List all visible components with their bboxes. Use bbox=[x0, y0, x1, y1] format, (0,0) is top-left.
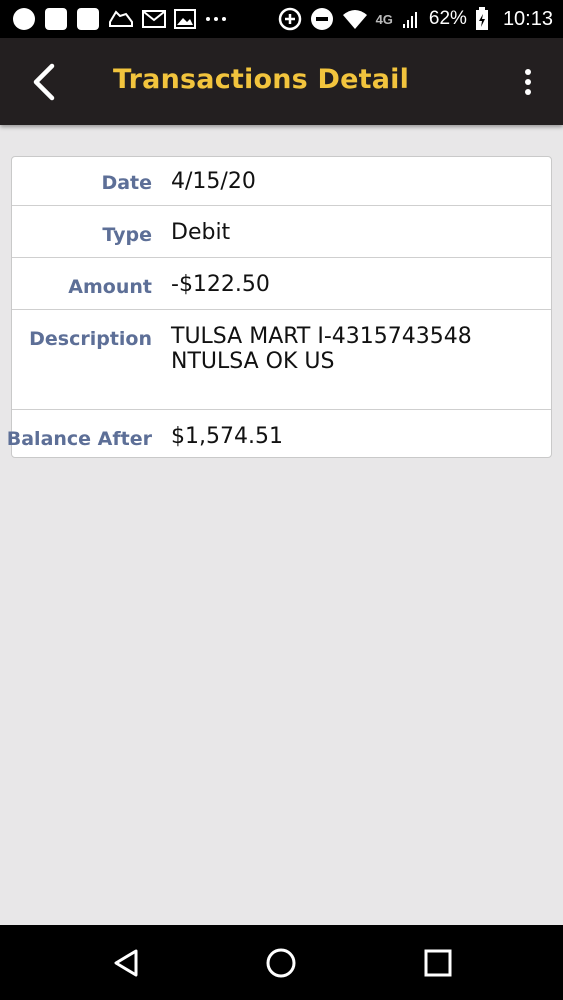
back-triangle-icon bbox=[114, 949, 138, 977]
battery-icon bbox=[475, 7, 489, 31]
detail-row-amount: Amount -$122.50 bbox=[12, 258, 551, 310]
home-circle-icon bbox=[266, 948, 296, 978]
page-title: Transactions Detail bbox=[113, 64, 410, 95]
signal-icon bbox=[401, 9, 421, 29]
nav-back-button[interactable] bbox=[106, 943, 146, 983]
square-notification-icon bbox=[44, 7, 68, 31]
battery-percent: 62% bbox=[428, 8, 467, 29]
chevron-left-icon bbox=[33, 63, 55, 101]
do-not-disturb-icon bbox=[310, 7, 334, 31]
sneaker-icon bbox=[108, 8, 134, 30]
more-vertical-icon bbox=[525, 69, 531, 95]
nav-home-button[interactable] bbox=[261, 943, 301, 983]
date-value: 4/15/20 bbox=[171, 169, 256, 194]
detail-row-type: Type Debit bbox=[12, 206, 551, 258]
recents-square-icon bbox=[424, 949, 452, 977]
status-bar: 4G 62% 10:13 bbox=[0, 0, 563, 38]
more-dots-icon bbox=[204, 14, 228, 24]
balance-after-label: Balance After bbox=[6, 428, 152, 450]
square-notification-icon bbox=[76, 7, 100, 31]
clock: 10:13 bbox=[502, 7, 553, 30]
date-label: Date bbox=[101, 172, 152, 194]
overflow-menu-button[interactable] bbox=[513, 62, 543, 102]
wifi-icon bbox=[342, 8, 368, 30]
app-bar: Transactions Detail bbox=[0, 38, 563, 125]
add-circle-icon bbox=[278, 7, 302, 31]
system-navigation-bar bbox=[0, 925, 563, 1000]
amount-label: Amount bbox=[68, 276, 152, 298]
detail-row-balance-after: Balance After $1,574.51 bbox=[7, 410, 551, 458]
detail-row-description: Description TULSA MART I-4315743548 NTUL… bbox=[12, 310, 551, 410]
description-value: TULSA MART I-4315743548 NTULSA OK US bbox=[171, 324, 472, 374]
detail-row-date: Date 4/15/20 bbox=[12, 157, 551, 206]
back-button[interactable] bbox=[24, 60, 64, 104]
circle-notification-icon bbox=[12, 7, 36, 31]
system-icons: 4G 62% 10:13 bbox=[278, 7, 553, 31]
balance-after-value: $1,574.51 bbox=[171, 424, 283, 449]
image-icon bbox=[174, 9, 196, 29]
transaction-detail-card: Date 4/15/20 Type Debit Amount -$122.50 … bbox=[7, 156, 552, 458]
notification-icons bbox=[12, 7, 228, 31]
gmail-icon bbox=[142, 9, 166, 29]
type-label: Type bbox=[102, 224, 152, 246]
amount-value: -$122.50 bbox=[171, 272, 270, 297]
type-value: Debit bbox=[171, 220, 231, 245]
network-type-label: 4G bbox=[375, 11, 393, 27]
nav-recents-button[interactable] bbox=[418, 943, 458, 983]
description-label: Description bbox=[29, 328, 152, 350]
